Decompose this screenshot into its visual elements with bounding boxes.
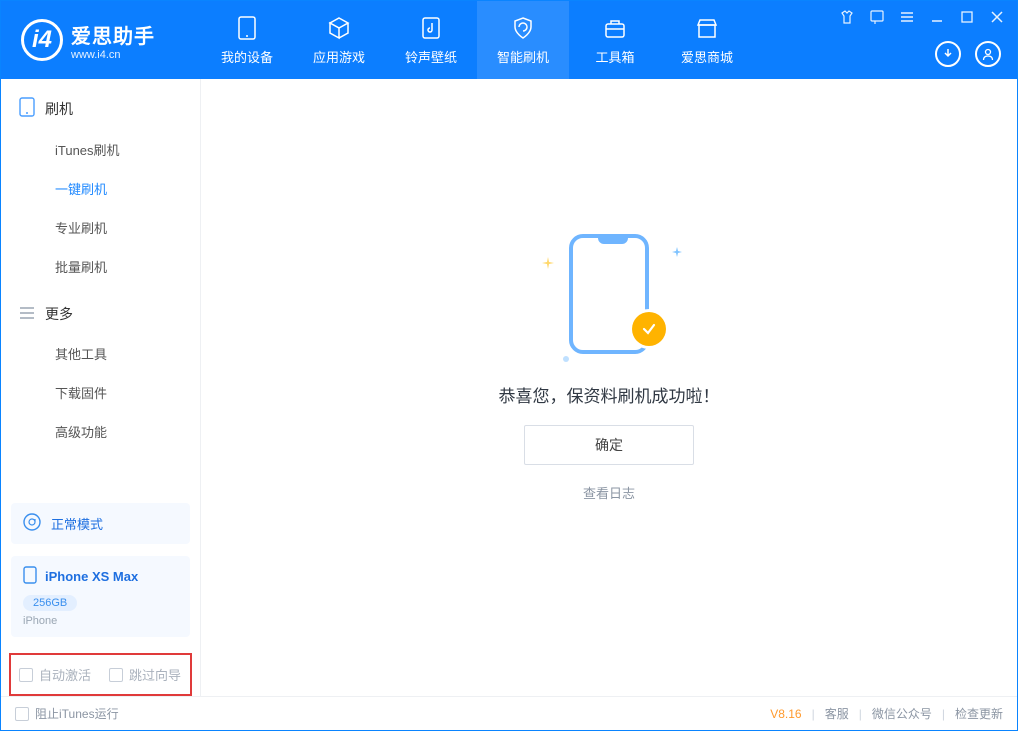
shield-refresh-icon	[509, 15, 537, 41]
separator: |	[859, 707, 862, 721]
device-mode-box[interactable]: 正常模式	[11, 503, 190, 544]
store-icon	[693, 15, 721, 41]
logo-icon: i4	[21, 19, 63, 61]
cube-icon	[325, 15, 353, 41]
close-icon[interactable]	[987, 9, 1007, 25]
auto-activate-option[interactable]: 自动激活	[19, 665, 91, 684]
header-actions	[935, 41, 1001, 67]
sidebar-item-batch-flash[interactable]: 批量刷机	[55, 247, 200, 286]
storage-badge: 256GB	[23, 595, 77, 611]
check-badge-icon	[632, 312, 666, 346]
footer: 阻止iTunes运行 V8.16 | 客服 | 微信公众号 | 检查更新	[1, 696, 1017, 730]
tab-my-device[interactable]: 我的设备	[201, 1, 293, 79]
version-label: V8.16	[770, 707, 801, 721]
tab-label: 智能刷机	[497, 47, 549, 66]
feedback-icon[interactable]	[867, 9, 887, 25]
sidebar-section-flash: 刷机	[1, 79, 200, 130]
checkbox-icon[interactable]	[19, 668, 33, 682]
shirt-icon[interactable]	[837, 9, 857, 25]
section-title: 刷机	[45, 99, 73, 119]
sidebar-item-pro-flash[interactable]: 专业刷机	[55, 208, 200, 247]
footer-link-update[interactable]: 检查更新	[955, 705, 1003, 722]
tab-ringtones[interactable]: 铃声壁纸	[385, 1, 477, 79]
nav-tabs: 我的设备 应用游戏 铃声壁纸 智能刷机	[201, 1, 753, 79]
sidebar: 刷机 iTunes刷机 一键刷机 专业刷机 批量刷机 更多 其他工具 下载固件 …	[1, 79, 201, 696]
skip-guide-option[interactable]: 跳过向导	[109, 665, 181, 684]
phone-icon	[233, 15, 261, 41]
sparkle-icon	[542, 256, 550, 264]
menu-icon[interactable]	[897, 9, 917, 25]
footer-right: V8.16 | 客服 | 微信公众号 | 检查更新	[770, 705, 1003, 722]
sparkle-icon	[672, 244, 680, 252]
device-type: iPhone	[23, 615, 178, 627]
header: i4 爱思助手 www.i4.cn 我的设备 应用游戏	[1, 1, 1017, 79]
tab-label: 工具箱	[595, 47, 634, 66]
device-name: iPhone XS Max	[45, 569, 138, 584]
view-log-link[interactable]: 查看日志	[583, 483, 635, 502]
success-illustration	[534, 234, 684, 364]
sparkle-icon	[562, 350, 570, 358]
section-title: 更多	[45, 304, 73, 324]
app-subtitle: www.i4.cn	[71, 49, 155, 61]
app-window: i4 爱思助手 www.i4.cn 我的设备 应用游戏	[0, 0, 1018, 731]
sidebar-item-oneclick-flash[interactable]: 一键刷机	[55, 169, 200, 208]
device-name-row: iPhone XS Max	[23, 566, 178, 587]
toolbox-icon	[601, 15, 629, 41]
tab-apps-games[interactable]: 应用游戏	[293, 1, 385, 79]
auto-activate-label: 自动激活	[39, 665, 91, 684]
user-button[interactable]	[975, 41, 1001, 67]
tab-label: 爱思商城	[681, 47, 733, 66]
app-title: 爱思助手	[71, 20, 155, 49]
phone-flash-icon	[19, 97, 35, 120]
download-button[interactable]	[935, 41, 961, 67]
tab-store[interactable]: 爱思商城	[661, 1, 753, 79]
sidebar-items-flash: iTunes刷机 一键刷机 专业刷机 批量刷机	[1, 130, 200, 286]
device-mode-label: 正常模式	[51, 514, 103, 533]
list-icon	[19, 306, 35, 323]
footer-link-support[interactable]: 客服	[825, 705, 849, 722]
checkbox-icon[interactable]	[15, 707, 29, 721]
sidebar-items-more: 其他工具 下载固件 高级功能	[1, 334, 200, 451]
tab-toolbox[interactable]: 工具箱	[569, 1, 661, 79]
maximize-icon[interactable]	[957, 9, 977, 25]
sidebar-section-more: 更多	[1, 286, 200, 334]
separator: |	[942, 707, 945, 721]
checkbox-icon[interactable]	[109, 668, 123, 682]
block-itunes-label[interactable]: 阻止iTunes运行	[35, 705, 119, 722]
tab-smart-flash[interactable]: 智能刷机	[477, 1, 569, 79]
minimize-icon[interactable]	[927, 9, 947, 25]
success-panel: 恭喜您，保资料刷机成功啦！ 确定 查看日志	[499, 234, 720, 502]
music-file-icon	[417, 15, 445, 41]
sidebar-item-itunes-flash[interactable]: iTunes刷机	[55, 130, 200, 169]
tab-label: 我的设备	[221, 47, 273, 66]
body: 刷机 iTunes刷机 一键刷机 专业刷机 批量刷机 更多 其他工具 下载固件 …	[1, 79, 1017, 696]
logo-text: 爱思助手 www.i4.cn	[71, 20, 155, 61]
tab-label: 铃声壁纸	[405, 47, 457, 66]
main-content: 恭喜您，保资料刷机成功啦！ 确定 查看日志	[201, 79, 1017, 696]
options-highlight-box: 自动激活 跳过向导	[9, 653, 192, 696]
skip-guide-label: 跳过向导	[129, 665, 181, 684]
ok-button[interactable]: 确定	[524, 425, 694, 465]
sidebar-item-other-tools[interactable]: 其他工具	[55, 334, 200, 373]
footer-link-wechat[interactable]: 微信公众号	[872, 705, 932, 722]
footer-left: 阻止iTunes运行	[15, 705, 119, 722]
device-icon	[23, 566, 37, 587]
logo: i4 爱思助手 www.i4.cn	[1, 19, 201, 61]
window-controls	[837, 9, 1007, 25]
sidebar-item-download-fw[interactable]: 下载固件	[55, 373, 200, 412]
separator: |	[812, 707, 815, 721]
sidebar-item-advanced[interactable]: 高级功能	[55, 412, 200, 451]
device-card[interactable]: iPhone XS Max 256GB iPhone	[11, 556, 190, 637]
tab-label: 应用游戏	[313, 47, 365, 66]
success-message: 恭喜您，保资料刷机成功啦！	[499, 382, 720, 407]
sync-icon	[23, 513, 41, 534]
